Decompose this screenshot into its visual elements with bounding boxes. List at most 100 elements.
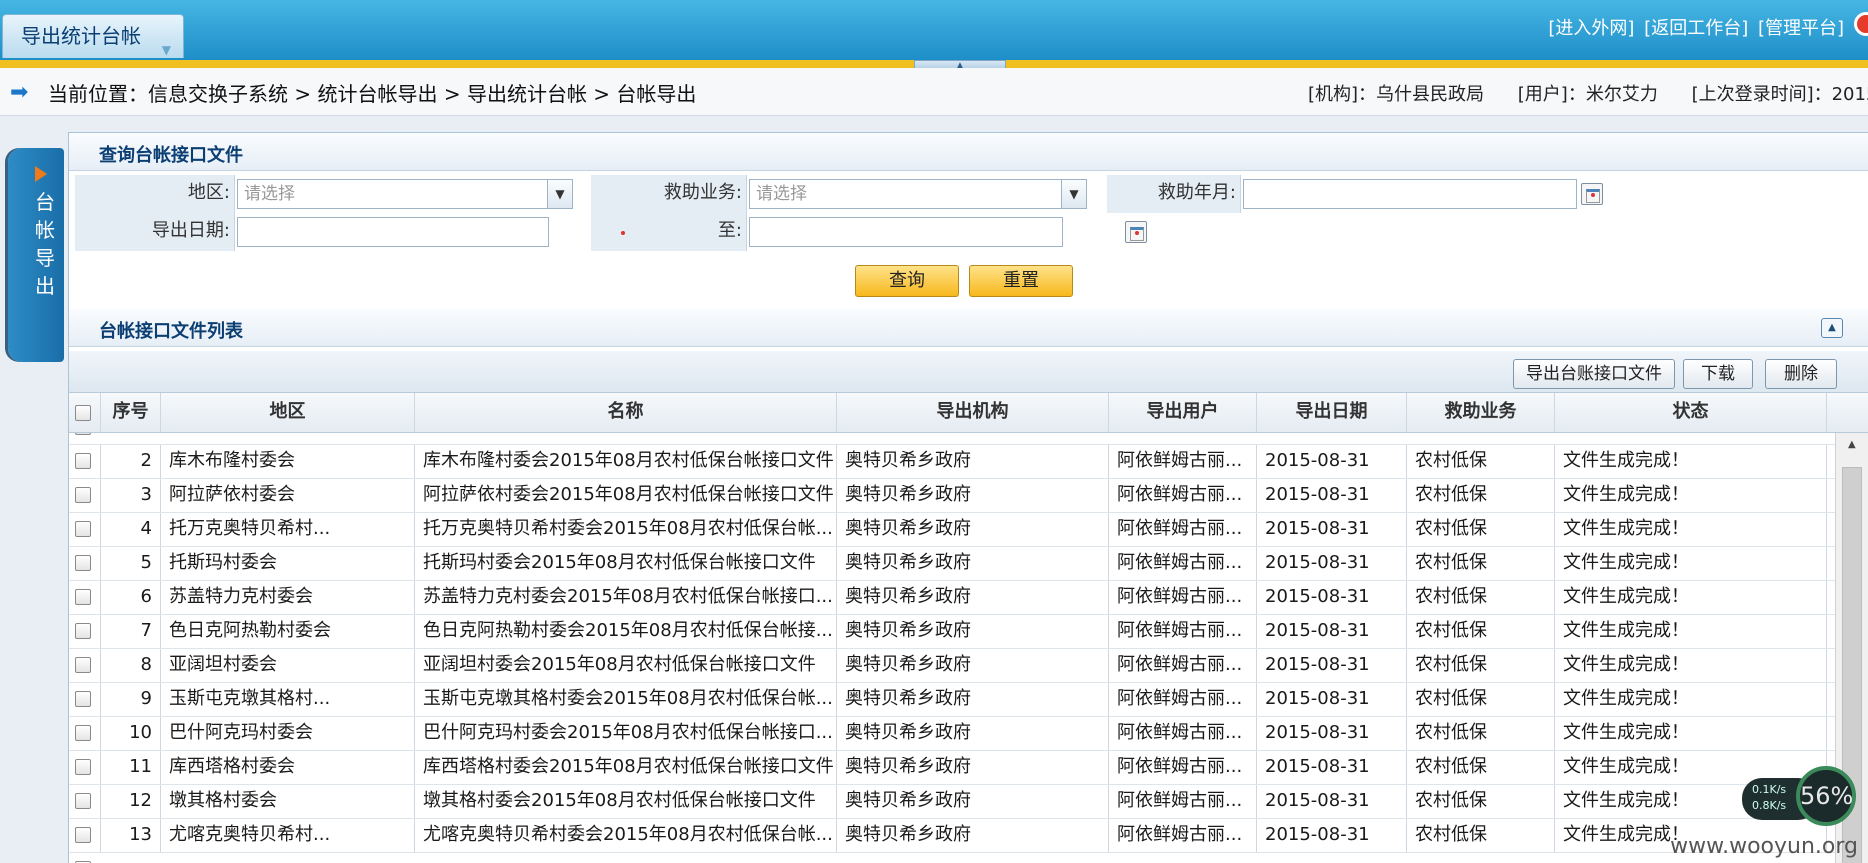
- row-checkbox[interactable]: [75, 793, 91, 809]
- row-checkbox[interactable]: [75, 433, 91, 435]
- export-ledger-file-button[interactable]: 导出台账接口文件: [1513, 359, 1675, 389]
- row-region: 托斯玛村委会: [161, 547, 415, 580]
- table-row[interactable]: 13 尤喀克奥特贝希村... 尤喀克奥特贝希村委会2015年08月农村低保台帐...…: [69, 819, 1835, 853]
- table-row[interactable]: 11 库西塔格村委会 库西塔格村委会2015年08月农村低保台帐接口文件 奥特贝希乡政…: [69, 751, 1835, 785]
- usage-percent: 56%: [1796, 766, 1856, 826]
- table-row[interactable]: 5 托斯玛村委会 托斯玛村委会2015年08月农村低保台帐接口文件 奥特贝希乡政府 阿依…: [69, 547, 1835, 581]
- chevron-up-icon: ▲: [1828, 322, 1836, 333]
- row-date: 2015-08-31: [1257, 513, 1407, 546]
- col-header-name[interactable]: 名称: [415, 393, 837, 432]
- row-checkbox[interactable]: [75, 725, 91, 741]
- row-org: 奥特贝希乡政府: [837, 445, 1109, 478]
- row-region: 尤喀克奥特贝希村...: [161, 819, 415, 852]
- table-row[interactable]: 4 托万克奥特贝希村... 托万克奥特贝希村委会2015年08月农村低保台帐... 奥…: [69, 513, 1835, 547]
- col-header-org[interactable]: 导出机构: [837, 393, 1109, 432]
- row-date: 2015-08-31: [1257, 445, 1407, 478]
- export-date-from-input[interactable]: [237, 217, 549, 247]
- download-button[interactable]: 下载: [1683, 359, 1753, 389]
- row-checkbox[interactable]: [75, 657, 91, 673]
- row-checkbox-cell: [69, 649, 101, 682]
- module-title-tab[interactable]: 导出统计台帐 ▼: [2, 14, 184, 58]
- row-checkbox-cell: [69, 615, 101, 648]
- row-checkbox[interactable]: [75, 487, 91, 503]
- list-toolbar: 导出台账接口文件 下载 删除: [69, 351, 1868, 393]
- to-label: 至:: [591, 213, 747, 251]
- row-org: 奥特贝希乡政府: [837, 649, 1109, 682]
- col-header-date[interactable]: 导出日期: [1257, 393, 1407, 432]
- table-row[interactable]: 2 库木布隆村委会 库木布隆村委会2015年08月农村低保台帐接口文件 奥特贝希乡政府…: [69, 445, 1835, 479]
- row-user: 阿依鲜姆古丽...: [1109, 547, 1257, 580]
- link-return-workbench[interactable]: [返回工作台]: [1644, 18, 1748, 39]
- scroll-up-icon[interactable]: ▲: [1848, 439, 1856, 450]
- breadcrumb: 当前位置：信息交换子系统 > 统计台帐导出 > 导出统计台帐 > 台帐导出: [48, 82, 697, 106]
- row-name: 库西塔格村委会2015年08月农村低保台帐接口文件: [415, 751, 837, 784]
- triangle-right-icon: [35, 166, 47, 182]
- row-status: 文件生成完成！: [1555, 513, 1827, 546]
- row-date: 2015-08-31: [1257, 819, 1407, 852]
- table-row[interactable]: 10 巴什阿克玛村委会 巴什阿克玛村委会2015年08月农村低保台帐接口... 奥特贝…: [69, 717, 1835, 751]
- row-status: 文件生成完成！: [1555, 445, 1827, 478]
- table-row[interactable]: 8 亚阔坦村委会 亚阔坦村委会2015年08月农村低保台帐接口文件 奥特贝希乡政府 阿依…: [69, 649, 1835, 683]
- row-checkbox[interactable]: [75, 623, 91, 639]
- calendar-icon[interactable]: [1581, 183, 1603, 205]
- row-date: 2015-08-31: [1257, 615, 1407, 648]
- collapse-button[interactable]: ▲: [1821, 318, 1843, 338]
- row-name: 墩其格村委会2015年08月农村低保台帐接口文件: [415, 785, 837, 818]
- row-name: 托斯玛村委会2015年08月农村低保台帐接口文件: [415, 547, 837, 580]
- link-admin-platform[interactable]: [管理平台]: [1758, 18, 1844, 39]
- region-dropdown-button[interactable]: ▼: [547, 179, 573, 209]
- select-all-checkbox[interactable]: [75, 405, 91, 421]
- row-status: 文件生成完成！: [1555, 717, 1827, 750]
- reset-button[interactable]: 重置: [969, 265, 1073, 297]
- header-links: [进入外网] [返回工作台] [管理平台]: [1544, 14, 1844, 40]
- power-icon[interactable]: [1854, 12, 1868, 36]
- table-row[interactable]: 9 玉斯屯克墩其格村... 玉斯屯克墩其格村委会2015年08月农村低保台帐... 奥…: [69, 683, 1835, 717]
- row-checkbox[interactable]: [75, 691, 91, 707]
- row-checkbox[interactable]: [75, 827, 91, 843]
- row-org: 奥特贝希乡政府: [837, 751, 1109, 784]
- row-checkbox[interactable]: [75, 453, 91, 469]
- month-input[interactable]: [1243, 179, 1577, 209]
- region-select[interactable]: 请选择: [237, 179, 549, 209]
- row-region: 墩其格村委会: [161, 785, 415, 818]
- org-info: [机构]：乌什县民政局: [1308, 84, 1485, 105]
- row-date: 2015-08-31: [1257, 649, 1407, 682]
- table-row[interactable]: 3 阿拉萨依村委会 阿拉萨依村委会2015年08月农村低保台帐接口文件 奥特贝希乡政府…: [69, 479, 1835, 513]
- table-row[interactable]: 7 色日克阿热勒村委会 色日克阿热勒村委会2015年08月农村低保台帐接... 奥特贝…: [69, 615, 1835, 649]
- row-checkbox[interactable]: [75, 759, 91, 775]
- table-row[interactable]: [69, 853, 1835, 863]
- query-section-title: 查询台帐接口文件: [99, 145, 243, 166]
- delete-button[interactable]: 删除: [1765, 359, 1837, 389]
- col-header-region[interactable]: 地区: [161, 393, 415, 432]
- table-row[interactable]: [69, 433, 1835, 445]
- row-checkbox-cell: [69, 479, 101, 512]
- table-row[interactable]: 6 苏盖特力克村委会 苏盖特力克村委会2015年08月农村低保台帐接口... 奥特贝希…: [69, 581, 1835, 615]
- business-dropdown-button[interactable]: ▼: [1061, 179, 1087, 209]
- search-button[interactable]: 查询: [855, 265, 959, 297]
- col-header-user[interactable]: 导出用户: [1109, 393, 1257, 432]
- breadcrumb-bar: ➡ 当前位置：信息交换子系统 > 统计台帐导出 > 导出统计台帐 > 台帐导出 …: [0, 68, 1868, 116]
- row-checkbox[interactable]: [75, 555, 91, 571]
- chevron-down-icon: ▼: [555, 187, 565, 201]
- table-row[interactable]: 12 墩其格村委会 墩其格村委会2015年08月农村低保台帐接口文件 奥特贝希乡政府阿…: [69, 785, 1835, 819]
- side-tab-ledger-export[interactable]: 台帐导出: [8, 148, 64, 362]
- row-business: 农村低保: [1407, 615, 1555, 648]
- row-no: 10: [101, 717, 161, 750]
- link-external-network[interactable]: [进入外网]: [1548, 18, 1634, 39]
- row-user: 阿依鲜姆古丽...: [1109, 649, 1257, 682]
- col-header-no[interactable]: 序号: [101, 393, 161, 432]
- export-date-to-input[interactable]: [749, 217, 1063, 247]
- row-business: 农村低保: [1407, 581, 1555, 614]
- business-select[interactable]: 请选择: [749, 179, 1063, 209]
- row-business: 农村低保: [1407, 513, 1555, 546]
- col-header-business[interactable]: 救助业务: [1407, 393, 1555, 432]
- row-checkbox[interactable]: [75, 589, 91, 605]
- region-label: 地区:: [75, 175, 235, 213]
- calendar-icon[interactable]: [1125, 221, 1147, 243]
- arrow-right-icon: ➡: [10, 80, 29, 105]
- row-user: 阿依鲜姆古丽...: [1109, 615, 1257, 648]
- row-org: 奥特贝希乡政府: [837, 479, 1109, 512]
- col-header-status[interactable]: 状态: [1555, 393, 1827, 432]
- row-status: 文件生成完成！: [1555, 683, 1827, 716]
- row-checkbox[interactable]: [75, 521, 91, 537]
